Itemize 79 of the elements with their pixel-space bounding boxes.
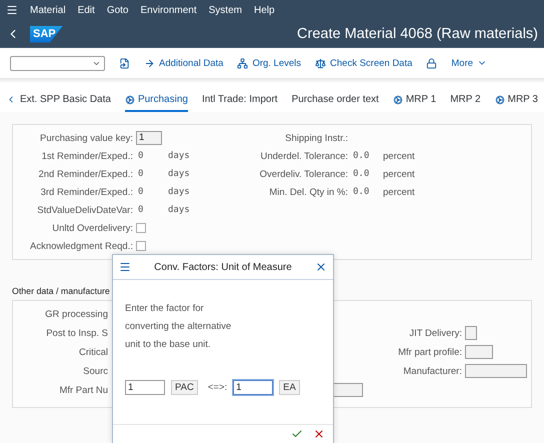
dialog-title: Conv. Factors: Unit of Measure (153, 262, 293, 272)
menu-item[interactable]: Help (254, 4, 275, 16)
field-label: 2nd Reminder/Exped.: (37, 168, 134, 180)
unit-label: days (168, 169, 190, 179)
field-label: Min. Del. Qty in %: (268, 186, 349, 198)
unit-label: days (168, 205, 190, 215)
menu-item[interactable]: Environment (140, 4, 197, 16)
tab[interactable]: MRP 3 (494, 94, 538, 112)
conversion-label: <=>: (208, 382, 228, 393)
input-field[interactable] (465, 364, 527, 378)
unit-label: days (168, 151, 190, 161)
toolbar-button[interactable]: Check Screen Data (315, 58, 412, 68)
input-field[interactable]: 1 (125, 380, 165, 395)
checkbox[interactable] (465, 326, 477, 340)
input-field[interactable]: 1 (136, 131, 162, 145)
field-label: Shipping Instr.: (284, 132, 349, 144)
menu-icon[interactable] (6, 4, 18, 16)
confirm-button[interactable] (291, 428, 303, 440)
menu-icon[interactable] (119, 261, 131, 273)
unit-field: PAC (171, 380, 198, 395)
field-value: 0 (137, 169, 144, 179)
field-value: 0.0 (352, 169, 370, 179)
section-title: Other data / manufacture (12, 286, 111, 296)
field-value: 0 (137, 205, 144, 215)
field-label: Underdel. Tolerance: (260, 150, 349, 162)
scale-icon (315, 58, 326, 68)
gear-icon (392, 94, 403, 104)
unit-label: percent (383, 186, 415, 198)
tab[interactable]: Purchase order text (292, 94, 379, 112)
tab[interactable]: MRP 2 (450, 94, 481, 112)
cancel-button[interactable] (313, 428, 325, 440)
close-button[interactable] (315, 261, 327, 273)
field-label: StdValueDelivDateVar: (36, 204, 134, 216)
field-label: 1st Reminder/Exped.: (40, 150, 134, 162)
document-icon (119, 58, 130, 68)
field-label: Purchasing value key: (39, 132, 134, 144)
tab[interactable]: Ext. SPP Basic Data (20, 94, 111, 112)
field-label: Post to Insp. S (45, 328, 109, 338)
tab[interactable]: Intl Trade: Import (202, 94, 278, 112)
field-label: 3rd Reminder/Exped.: (40, 186, 134, 198)
page-title: Create Material 4068 (Raw materials) (297, 26, 538, 42)
unit-label: percent (383, 150, 415, 162)
lock-icon (426, 58, 438, 68)
more-button[interactable]: More (451, 58, 488, 68)
field-label: Overdeliv. Tolerance: (258, 168, 349, 180)
gear-icon (494, 94, 505, 104)
gear-icon (124, 94, 135, 104)
hierarchy-icon (237, 58, 248, 68)
field-value: 0 (137, 187, 144, 197)
field-label: Mfr part profile: (397, 346, 463, 358)
dialog-message: Enter the factor for converting the alternative unit to the base unit. (125, 302, 232, 352)
menu-item[interactable]: Edit (78, 4, 95, 16)
logo: SAP (30, 26, 63, 42)
command-field[interactable] (10, 56, 105, 70)
toolbar-button[interactable]: Additional Data (144, 58, 224, 68)
field-label: JIT Delivery: (408, 328, 463, 338)
unit-label: days (168, 187, 190, 197)
field-label: GR processing (44, 308, 109, 320)
arrow-right-icon (144, 58, 155, 68)
unit-field: EA (279, 380, 300, 395)
field-label: Unltd Overdelivery: (51, 222, 134, 234)
input-field[interactable]: 1 (233, 380, 274, 395)
menu-item[interactable]: Goto (106, 4, 128, 16)
menu-item[interactable]: Material (30, 4, 66, 16)
field-label: Critical (78, 346, 109, 358)
field-label: Mfr Part Nu (58, 384, 109, 396)
field-value: 0.0 (352, 187, 370, 197)
unit-label: percent (383, 168, 415, 180)
tab[interactable]: MRP 1 (392, 94, 436, 112)
toolbar-button[interactable]: Org. Levels (237, 58, 302, 68)
menu-item[interactable]: System (208, 4, 242, 16)
input-field[interactable] (465, 345, 493, 359)
field-label: Sourc (82, 366, 109, 376)
checkbox[interactable] (136, 241, 146, 251)
field-value: 0 (137, 151, 144, 161)
field-label: Acknowledgment Reqd.: (29, 240, 134, 252)
checkbox[interactable] (136, 223, 146, 233)
field-value: 0.0 (352, 151, 370, 161)
field-label: Manufacturer: (402, 366, 463, 376)
